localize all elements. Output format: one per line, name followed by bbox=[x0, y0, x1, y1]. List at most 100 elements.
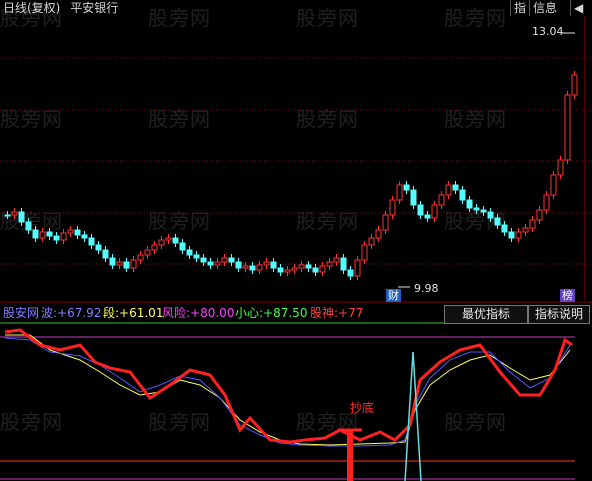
candle-body bbox=[333, 257, 340, 263]
risk-label: 风险: bbox=[162, 306, 191, 320]
candle-body bbox=[102, 249, 109, 259]
candle-body bbox=[445, 184, 452, 196]
candle-body bbox=[550, 174, 557, 196]
candle-body bbox=[487, 211, 494, 219]
bo-value: +67.92 bbox=[57, 306, 102, 320]
candle-body bbox=[459, 189, 466, 201]
careful-value: +87.50 bbox=[263, 306, 308, 320]
indicator-help-button[interactable]: 指标说明 bbox=[528, 305, 590, 324]
candle-body bbox=[186, 249, 193, 256]
candle-body bbox=[270, 261, 277, 269]
candle-body bbox=[228, 257, 235, 263]
candle-body bbox=[298, 264, 305, 269]
duan-label: 段: bbox=[103, 306, 120, 320]
bo-label: 波: bbox=[41, 306, 58, 320]
candle-body bbox=[312, 267, 319, 273]
candle-body bbox=[235, 261, 242, 269]
candle-body bbox=[536, 209, 543, 221]
candle-body bbox=[4, 214, 11, 217]
candle-body bbox=[473, 207, 480, 211]
indicator-lines bbox=[4, 328, 573, 481]
candle-body bbox=[60, 232, 67, 241]
candle-body bbox=[53, 235, 60, 241]
candle-body bbox=[214, 261, 221, 266]
candle-body bbox=[508, 231, 515, 239]
candle-body bbox=[123, 261, 130, 269]
candle-body bbox=[424, 214, 431, 219]
candle-body bbox=[571, 74, 578, 96]
candle-body bbox=[529, 219, 536, 229]
candle-body bbox=[557, 159, 564, 176]
candle-body bbox=[396, 184, 403, 201]
candle-body bbox=[249, 265, 256, 271]
god-value: +77 bbox=[338, 306, 364, 320]
god-label: 股神: bbox=[310, 306, 339, 320]
rank-tag[interactable]: 榜 bbox=[560, 289, 575, 302]
candle-body bbox=[382, 214, 389, 231]
price-grid bbox=[0, 16, 592, 480]
finance-tag[interactable]: 财 bbox=[386, 289, 401, 302]
candle-body bbox=[564, 94, 571, 161]
candle-body bbox=[340, 257, 347, 271]
candle-body bbox=[431, 204, 438, 219]
candle-body bbox=[67, 229, 74, 234]
god-line bbox=[4, 328, 573, 444]
candle-body bbox=[543, 194, 550, 211]
candle-body bbox=[354, 259, 361, 277]
candle-body bbox=[389, 199, 396, 216]
careful-label: 小心: bbox=[235, 306, 264, 320]
duan-value: +61.01 bbox=[119, 306, 164, 320]
candle-body bbox=[95, 244, 102, 251]
candle-body bbox=[81, 234, 88, 239]
candle-body bbox=[501, 224, 508, 233]
candle-body bbox=[410, 189, 417, 206]
candle-body bbox=[515, 231, 522, 239]
candle-body bbox=[221, 257, 228, 263]
bottom-signal-bar bbox=[347, 430, 353, 481]
bottom-fishing-label: 抄底 bbox=[350, 401, 375, 415]
candle-body bbox=[46, 231, 53, 237]
indicator-god: 股神:+77 bbox=[310, 305, 363, 321]
candle-body bbox=[466, 199, 473, 209]
candle-body bbox=[284, 269, 291, 273]
candle-body bbox=[151, 244, 158, 251]
candlesticks bbox=[4, 32, 578, 288]
candle-body bbox=[200, 257, 207, 263]
high-price-label: 13.04 bbox=[532, 25, 564, 38]
candle-body bbox=[347, 269, 354, 277]
indicator-duan: 段:+61.01 bbox=[103, 305, 163, 321]
candle-body bbox=[116, 261, 123, 266]
candle-body bbox=[277, 267, 284, 273]
candle-body bbox=[319, 265, 326, 273]
candle-body bbox=[291, 267, 298, 271]
candle-body bbox=[207, 261, 214, 266]
candle-body bbox=[417, 204, 424, 216]
candle-body bbox=[25, 221, 32, 231]
candle-body bbox=[480, 209, 487, 213]
candle-body bbox=[494, 217, 501, 226]
candle-body bbox=[179, 242, 186, 251]
candle-body bbox=[165, 237, 172, 241]
candle-body bbox=[172, 237, 179, 244]
indicator-bo: 波:+67.92 bbox=[41, 305, 101, 321]
candle-body bbox=[158, 239, 165, 246]
candle-body bbox=[263, 261, 270, 266]
candle-body bbox=[193, 254, 200, 259]
low-price-label: 9.98 bbox=[414, 282, 439, 295]
candle-body bbox=[11, 211, 18, 216]
candle-body bbox=[130, 259, 137, 269]
risk-value: +80.00 bbox=[190, 306, 235, 320]
candle-body bbox=[522, 227, 529, 233]
candle-body bbox=[438, 194, 445, 206]
candle-body bbox=[375, 229, 382, 239]
chart-canvas[interactable] bbox=[0, 0, 592, 481]
candle-body bbox=[242, 265, 249, 269]
indicator-risk: 风险:+80.00 bbox=[162, 305, 234, 321]
candle-body bbox=[305, 264, 312, 269]
candle-body bbox=[137, 254, 144, 261]
candle-body bbox=[109, 257, 116, 266]
candle-body bbox=[326, 261, 333, 267]
indicator-careful: 小心:+87.50 bbox=[235, 305, 307, 321]
candle-body bbox=[18, 211, 25, 223]
best-indicator-button[interactable]: 最优指标 bbox=[444, 305, 528, 324]
